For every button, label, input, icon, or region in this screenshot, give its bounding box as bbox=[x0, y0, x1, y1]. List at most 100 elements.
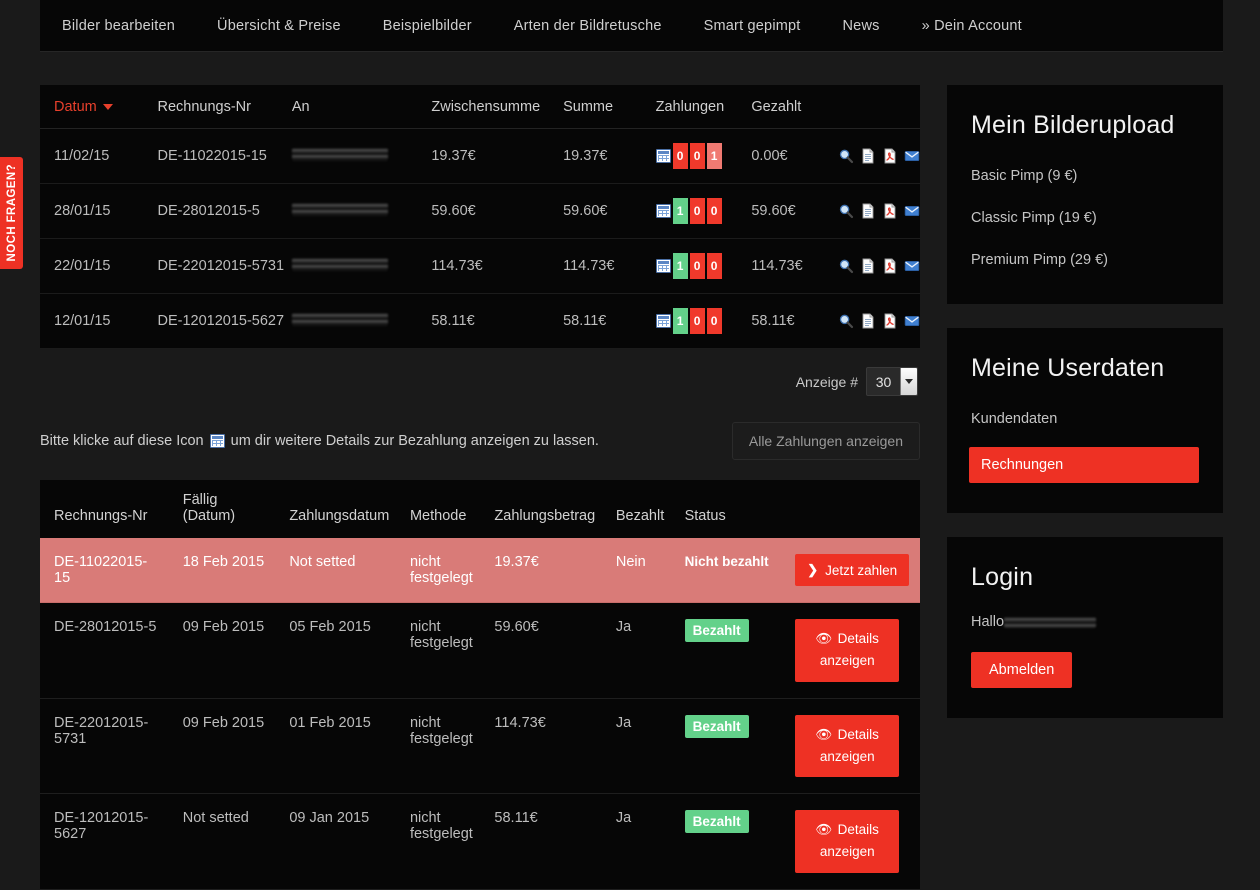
cell-rechnungs-nr: DE-11022015-15 bbox=[157, 129, 291, 184]
anzeige-row: Anzeige # 30 bbox=[40, 367, 920, 396]
nav-item-beispielbilder[interactable]: Beispielbilder bbox=[362, 0, 493, 52]
payment-count-badge[interactable]: 0 bbox=[690, 308, 705, 334]
sidebar-item-rechnungen[interactable]: Rechnungen bbox=[969, 447, 1199, 483]
widget-title-login: Login bbox=[971, 563, 1199, 592]
sidebar-item-premium-pimp[interactable]: Premium Pimp (29 €) bbox=[971, 246, 1199, 274]
search-icon[interactable] bbox=[838, 313, 854, 329]
payment-count-badge[interactable]: 1 bbox=[673, 308, 688, 334]
show-details-button[interactable]: 👁Details anzeigen bbox=[795, 619, 899, 682]
column-header-zahlungen[interactable]: Zahlungen bbox=[656, 85, 752, 129]
chevron-down-icon bbox=[900, 368, 917, 395]
cell-rechnungs-nr: DE-12012015-5627 bbox=[40, 794, 173, 890]
payment-count-badge[interactable]: 0 bbox=[690, 253, 705, 279]
anzeige-select[interactable]: 30 bbox=[866, 367, 918, 396]
payments-table: Rechnungs-Nr Fällig (Datum) Zahlungsdatu… bbox=[40, 480, 920, 890]
cell-status: Bezahlt bbox=[675, 603, 786, 699]
document-icon[interactable] bbox=[860, 148, 876, 164]
payment-details-grid-icon[interactable] bbox=[210, 434, 225, 448]
cell-faellig: 09 Feb 2015 bbox=[173, 698, 280, 794]
column-header-an[interactable]: An bbox=[292, 85, 432, 129]
cell-summe: 59.60€ bbox=[563, 184, 656, 239]
table-row: 28/01/15DE-28012015-559.60€59.60€10059.6… bbox=[40, 184, 920, 239]
pdf-icon[interactable] bbox=[882, 313, 898, 329]
payment-count-badge[interactable]: 1 bbox=[707, 143, 722, 169]
hint-text-before: Bitte klicke auf diese Icon bbox=[40, 433, 204, 449]
status-badge: Bezahlt bbox=[685, 619, 749, 642]
show-all-payments-button[interactable]: Alle Zahlungen anzeigen bbox=[732, 422, 920, 460]
pdf-icon[interactable] bbox=[882, 258, 898, 274]
cell-actions: ❯Jetzt zahlen bbox=[785, 538, 920, 603]
payment-count-badge[interactable]: 1 bbox=[673, 198, 688, 224]
payment-count-badge[interactable]: 0 bbox=[690, 143, 705, 169]
mail-icon[interactable] bbox=[904, 203, 920, 219]
payment-count-badge[interactable]: 0 bbox=[690, 198, 705, 224]
cell-rechnungs-nr: DE-28012015-5 bbox=[40, 603, 173, 699]
nav-item-uebersicht-preise[interactable]: Übersicht & Preise bbox=[196, 0, 362, 52]
anzeige-label: Anzeige # bbox=[796, 374, 858, 390]
show-details-button[interactable]: 👁Details anzeigen bbox=[795, 715, 899, 778]
column-header-rechnungs-nr[interactable]: Rechnungs-Nr bbox=[157, 85, 291, 129]
cell-zahlungen: 100 bbox=[656, 184, 752, 239]
payment-details-grid-icon[interactable] bbox=[656, 259, 671, 273]
nav-item-bilder-bearbeiten[interactable]: Bilder bearbeiten bbox=[40, 0, 196, 52]
redacted-recipient bbox=[292, 148, 388, 161]
payment-count-badge[interactable]: 0 bbox=[707, 253, 722, 279]
cell-bezahlt: Ja bbox=[606, 698, 675, 794]
sidebar-item-classic-pimp[interactable]: Classic Pimp (19 €) bbox=[971, 204, 1199, 232]
cell-datum: 28/01/15 bbox=[40, 184, 157, 239]
column-header-zwischensumme[interactable]: Zwischensumme bbox=[431, 85, 563, 129]
hint-text: Bitte klicke auf diese Icon um dir weite… bbox=[40, 433, 599, 449]
payments-table-head: Rechnungs-Nr Fällig (Datum) Zahlungsdatu… bbox=[40, 480, 920, 538]
nav-item-arten-der-bildretusche[interactable]: Arten der Bildretusche bbox=[493, 0, 683, 52]
cell-datum: 22/01/15 bbox=[40, 239, 157, 294]
search-icon[interactable] bbox=[838, 258, 854, 274]
column-header-summe[interactable]: Summe bbox=[563, 85, 656, 129]
pay-now-button[interactable]: ❯Jetzt zahlen bbox=[795, 554, 909, 586]
cell-an bbox=[292, 294, 432, 349]
mail-icon[interactable] bbox=[904, 258, 920, 274]
payment-count-badge[interactable]: 0 bbox=[707, 198, 722, 224]
payment-details-grid-icon[interactable] bbox=[656, 204, 671, 218]
cell-zahlungsdatum: 05 Feb 2015 bbox=[279, 603, 400, 699]
status-badge: Bezahlt bbox=[685, 715, 749, 738]
document-icon[interactable] bbox=[860, 313, 876, 329]
cell-actions: 👁Details anzeigen bbox=[785, 794, 920, 890]
cell-methode: nicht festgelegt bbox=[400, 794, 484, 890]
cell-gezahlt: 59.60€ bbox=[751, 184, 838, 239]
search-icon[interactable] bbox=[838, 148, 854, 164]
mail-icon[interactable] bbox=[904, 148, 920, 164]
payments-column-header-actions bbox=[785, 480, 920, 538]
nav-item-news[interactable]: News bbox=[822, 0, 901, 52]
cell-rechnungs-nr: DE-22012015-5731 bbox=[157, 239, 291, 294]
payment-count-badge[interactable]: 0 bbox=[707, 308, 722, 334]
sidebar-item-basic-pimp[interactable]: Basic Pimp (9 €) bbox=[971, 162, 1199, 190]
cell-zahlungsbetrag: 58.11€ bbox=[484, 794, 605, 890]
document-icon[interactable] bbox=[860, 258, 876, 274]
pdf-icon[interactable] bbox=[882, 148, 898, 164]
cell-an bbox=[292, 129, 432, 184]
cell-summe: 19.37€ bbox=[563, 129, 656, 184]
sidebar-item-kundendaten[interactable]: Kundendaten bbox=[971, 405, 1199, 433]
payment-count-badge[interactable]: 0 bbox=[673, 143, 688, 169]
cell-zahlungen: 100 bbox=[656, 294, 752, 349]
logout-button[interactable]: Abmelden bbox=[971, 652, 1072, 688]
search-icon[interactable] bbox=[838, 203, 854, 219]
show-details-button[interactable]: 👁Details anzeigen bbox=[795, 810, 899, 873]
nav-item-smart-gepimpt[interactable]: Smart gepimpt bbox=[683, 0, 822, 52]
cell-an bbox=[292, 184, 432, 239]
cell-status: Nicht bezahlt bbox=[675, 538, 786, 603]
mail-icon[interactable] bbox=[904, 313, 920, 329]
noch-fragen-tab-label: NOCH FRAGEN? bbox=[6, 164, 18, 261]
redacted-recipient bbox=[292, 313, 388, 326]
column-header-gezahlt[interactable]: Gezahlt bbox=[751, 85, 838, 129]
payment-details-grid-icon[interactable] bbox=[656, 149, 671, 163]
payment-count-badge[interactable]: 1 bbox=[673, 253, 688, 279]
noch-fragen-tab[interactable]: NOCH FRAGEN? bbox=[0, 157, 23, 269]
table-row: DE-22012015-573109 Feb 201501 Feb 2015ni… bbox=[40, 698, 920, 794]
cell-zwischensumme: 59.60€ bbox=[431, 184, 563, 239]
nav-item-dein-account[interactable]: » Dein Account bbox=[901, 0, 1043, 52]
payment-details-grid-icon[interactable] bbox=[656, 314, 671, 328]
document-icon[interactable] bbox=[860, 203, 876, 219]
pdf-icon[interactable] bbox=[882, 203, 898, 219]
column-header-datum[interactable]: Datum bbox=[40, 85, 157, 129]
